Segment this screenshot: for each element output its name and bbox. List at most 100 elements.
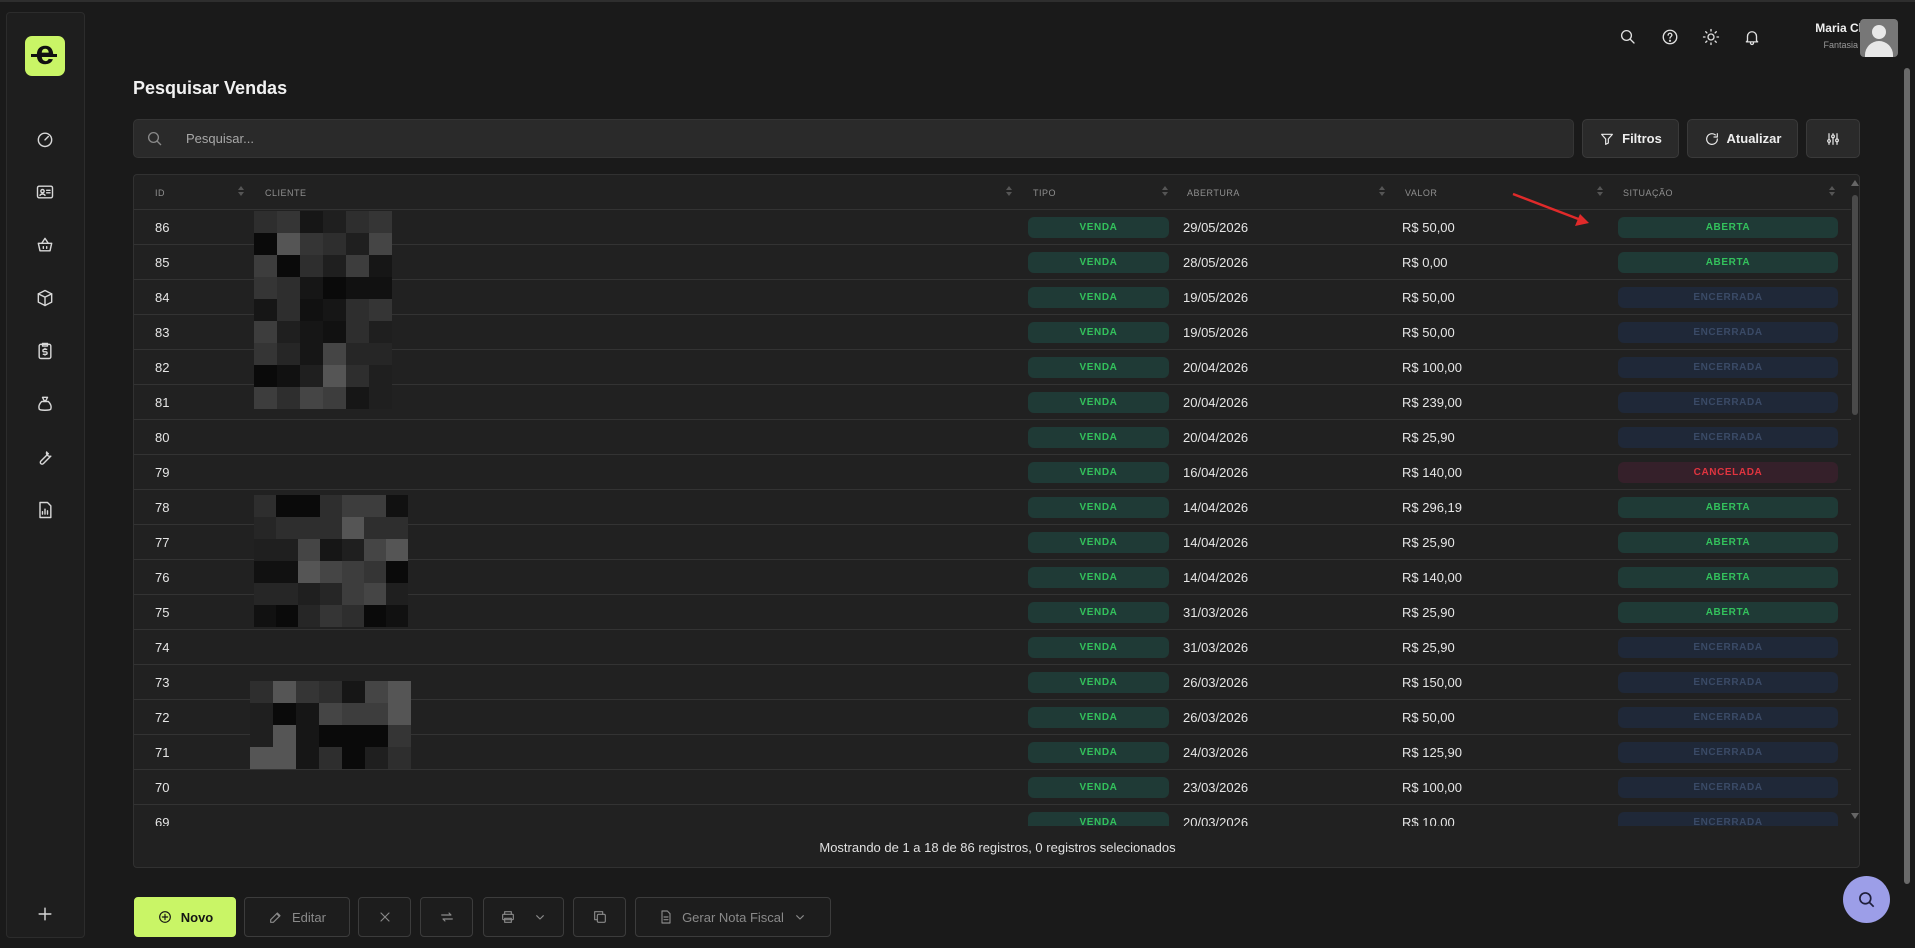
repeat-icon xyxy=(440,912,453,922)
sidebar: e xyxy=(6,12,85,938)
cell-abertura: 31/03/2026 xyxy=(1183,640,1249,655)
dashboard-icon[interactable] xyxy=(32,126,58,152)
table-scrollbar[interactable] xyxy=(1850,175,1859,826)
table-row[interactable]: 70 VENDA 23/03/2026 R$ 100,00 ENCERRADA xyxy=(134,770,1851,805)
contacts-card-icon[interactable] xyxy=(32,179,58,205)
generate-invoice-button[interactable]: Gerar Nota Fiscal xyxy=(635,897,831,937)
sort-icon[interactable] xyxy=(1828,186,1836,198)
tipo-badge: VENDA xyxy=(1028,462,1169,483)
sort-icon[interactable] xyxy=(1596,186,1604,198)
col-abertura[interactable]: ABERTURA xyxy=(1187,188,1240,198)
cell-id: 69 xyxy=(155,815,170,826)
tipo-badge: VENDA xyxy=(1028,637,1169,658)
sort-icon[interactable] xyxy=(1378,186,1386,198)
cell-valor: R$ 25,90 xyxy=(1402,640,1455,655)
tipo-badge: VENDA xyxy=(1028,357,1169,378)
status-badge: ENCERRADA xyxy=(1618,777,1838,798)
status-badge: ENCERRADA xyxy=(1618,742,1838,763)
table-row[interactable]: 80 VENDA 20/04/2026 R$ 25,90 ENCERRADA xyxy=(134,420,1851,455)
column-settings-button[interactable] xyxy=(1806,119,1860,158)
status-badge: ABERTA xyxy=(1618,567,1838,588)
delete-button[interactable] xyxy=(358,897,411,937)
cell-abertura: 14/04/2026 xyxy=(1183,570,1249,585)
plus-icon[interactable] xyxy=(32,901,58,927)
app-logo[interactable]: e xyxy=(25,36,65,76)
invoice-dollar-icon[interactable] xyxy=(32,338,58,364)
window-top-border xyxy=(0,0,1915,2)
theme-sun-icon[interactable] xyxy=(1699,25,1723,49)
cell-id: 81 xyxy=(155,395,170,410)
bell-icon[interactable] xyxy=(1740,25,1764,49)
wrench-icon[interactable] xyxy=(32,444,58,470)
status-badge: ABERTA xyxy=(1618,497,1838,518)
sort-icon[interactable] xyxy=(1005,186,1013,198)
filters-button[interactable]: Filtros xyxy=(1582,119,1679,158)
duplicate-button[interactable] xyxy=(573,897,626,937)
cell-id: 70 xyxy=(155,780,170,795)
chevron-down-icon xyxy=(796,915,804,920)
new-button[interactable]: Novo xyxy=(134,897,236,937)
new-label: Novo xyxy=(180,909,214,925)
annotation-arrow-icon xyxy=(1512,192,1589,226)
col-id[interactable]: ID xyxy=(155,188,165,198)
copy-icon xyxy=(593,911,606,923)
col-tipo[interactable]: TIPO xyxy=(1033,188,1056,198)
status-badge: ABERTA xyxy=(1618,602,1838,623)
status-badge: CANCELADA xyxy=(1618,462,1838,483)
col-cliente[interactable]: CLIENTE xyxy=(265,188,307,198)
convert-button[interactable] xyxy=(420,897,473,937)
cell-abertura: 19/05/2026 xyxy=(1183,290,1249,305)
cell-abertura: 23/03/2026 xyxy=(1183,780,1249,795)
cell-id: 83 xyxy=(155,325,170,340)
tipo-badge: VENDA xyxy=(1028,812,1169,826)
cell-valor: R$ 25,90 xyxy=(1402,430,1455,445)
table-row[interactable]: 74 VENDA 31/03/2026 R$ 25,90 ENCERRADA xyxy=(134,630,1851,665)
print-button[interactable] xyxy=(483,897,564,937)
status-badge: ENCERRADA xyxy=(1618,707,1838,728)
edit-label: Editar xyxy=(292,909,326,925)
redacted-client-name xyxy=(254,211,392,409)
sort-icon[interactable] xyxy=(237,186,245,198)
cell-valor: R$ 10,00 xyxy=(1402,815,1455,826)
report-chart-icon[interactable] xyxy=(32,497,58,523)
generate-invoice-label: Gerar Nota Fiscal xyxy=(682,909,784,925)
search-input[interactable] xyxy=(186,120,1556,157)
cell-id: 75 xyxy=(155,605,170,620)
edit-button[interactable]: Editar xyxy=(244,897,350,937)
cell-id: 79 xyxy=(155,465,170,480)
box-icon[interactable] xyxy=(32,285,58,311)
cell-valor: R$ 50,00 xyxy=(1402,290,1455,305)
help-icon[interactable] xyxy=(1658,25,1682,49)
cell-id: 84 xyxy=(155,290,170,305)
money-bag-icon[interactable] xyxy=(32,391,58,417)
table-row[interactable]: 69 VENDA 20/03/2026 R$ 10,00 ENCERRADA xyxy=(134,805,1851,826)
cell-valor: R$ 125,90 xyxy=(1402,745,1462,760)
cell-id: 80 xyxy=(155,430,170,445)
cell-abertura: 14/04/2026 xyxy=(1183,535,1249,550)
refresh-icon xyxy=(1705,132,1718,145)
redacted-client-name xyxy=(254,495,408,627)
cell-abertura: 24/03/2026 xyxy=(1183,745,1249,760)
page-scrollbar[interactable] xyxy=(1904,68,1910,884)
cell-valor: R$ 50,00 xyxy=(1402,325,1455,340)
plus-circle-icon xyxy=(158,911,171,923)
tipo-badge: VENDA xyxy=(1028,322,1169,343)
refresh-label: Atualizar xyxy=(1726,131,1782,146)
table-row[interactable]: 79 VENDA 16/04/2026 R$ 140,00 CANCELADA xyxy=(134,455,1851,490)
col-situacao[interactable]: SITUAÇÃO xyxy=(1623,188,1673,198)
sales-table: ID CLIENTE TIPO ABERTURA VALOR SITUAÇÃO … xyxy=(133,174,1860,868)
cell-valor: R$ 296,19 xyxy=(1402,500,1462,515)
cell-id: 82 xyxy=(155,360,170,375)
search-icon[interactable] xyxy=(1616,25,1640,49)
status-badge: ENCERRADA xyxy=(1618,812,1838,826)
col-valor[interactable]: VALOR xyxy=(1405,188,1437,198)
basket-icon[interactable] xyxy=(32,232,58,258)
tipo-badge: VENDA xyxy=(1028,777,1169,798)
refresh-button[interactable]: Atualizar xyxy=(1687,119,1798,158)
floating-search-button[interactable] xyxy=(1843,876,1890,923)
status-badge: ABERTA xyxy=(1618,532,1838,553)
sliders-icon xyxy=(1827,132,1839,145)
avatar[interactable] xyxy=(1860,19,1898,57)
sort-icon[interactable] xyxy=(1161,186,1169,198)
tipo-badge: VENDA xyxy=(1028,672,1169,693)
